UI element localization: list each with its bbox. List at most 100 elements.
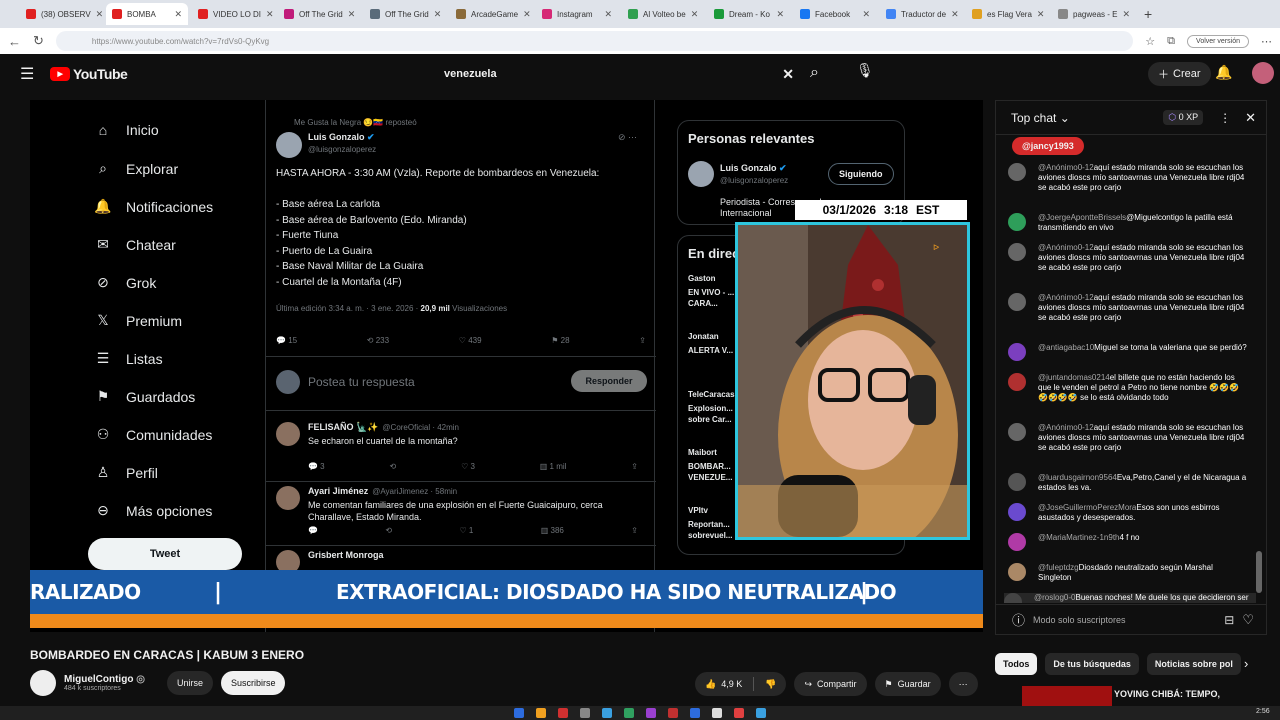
share-icon[interactable]: ⇪: [631, 526, 638, 535]
chat-message[interactable]: @Anónimo0-12aquí estado miranda solo se …: [1008, 243, 1248, 273]
chat-author[interactable]: @roslog0-0: [1034, 593, 1075, 602]
channel-name[interactable]: MiguelContigo ◎: [64, 674, 145, 685]
chat-author[interactable]: @antiagabac10: [1038, 343, 1094, 352]
relevant-name[interactable]: Luis Gonzalo ✔: [720, 163, 787, 174]
bookmark-icon[interactable]: ⚑ 28: [551, 336, 569, 345]
chat-author[interactable]: @Anónimo0-12: [1038, 243, 1094, 252]
chat-message[interactable]: @antiagabac10Miguel se toma la valeriana…: [1008, 343, 1248, 361]
info-icon[interactable]: ⓘ: [1012, 610, 1025, 629]
tab-close-icon[interactable]: ✕: [96, 9, 102, 20]
repost-icon[interactable]: ⟲: [390, 462, 397, 471]
taskbar-app-icon[interactable]: [536, 708, 546, 718]
subscribe-button[interactable]: Suscribirse: [220, 671, 286, 695]
reply-icon[interactable]: 💬 3: [308, 462, 325, 471]
chat-message[interactable]: @MariaMartinez-1n9th4 f no: [1008, 533, 1248, 551]
tab-close-icon[interactable]: ✕: [348, 9, 356, 20]
relevant-avatar[interactable]: [688, 161, 714, 187]
chat-message[interactable]: @Anónimo0-12aquí estado miranda solo se …: [1008, 163, 1248, 193]
reply-button[interactable]: Responder: [571, 370, 647, 392]
reply-tweet[interactable]: Ayari Jiménez @AyariJimenez · 58min Me com…: [266, 482, 656, 546]
browser-tab[interactable]: es Flag Vera ✕: [966, 3, 1048, 25]
tab-close-icon[interactable]: ✕: [951, 9, 959, 20]
browser-tab[interactable]: (38) OBSERV ✕: [20, 3, 102, 25]
views-icon[interactable]: ▥ 1 mil: [540, 462, 567, 471]
sidebar-item-comunidades[interactable]: ⚇ Comunidades: [94, 426, 213, 443]
sidebar-item-explorar[interactable]: ⌕ Explorar: [94, 160, 178, 177]
clear-search-icon[interactable]: ✕: [782, 66, 794, 83]
following-button[interactable]: Siguiendo: [828, 163, 894, 185]
chat-author[interactable]: @Anónimo0-12: [1038, 423, 1094, 432]
tab-close-icon[interactable]: ✕: [174, 9, 182, 20]
back-icon[interactable]: ←: [8, 34, 21, 49]
browser-tab[interactable]: pagweas - E ✕: [1052, 3, 1134, 25]
browser-tab[interactable]: Traductor de ✕: [880, 3, 962, 25]
sidebar-item-más-opciones[interactable]: ⊖ Más opciones: [94, 502, 212, 519]
gift-icon[interactable]: ⊟: [1224, 613, 1234, 627]
address-bar[interactable]: https://www.youtube.com/watch?v=7rdVs0-Q…: [55, 31, 1134, 51]
chat-message[interactable]: @Anónimo0-12aquí estado miranda solo se …: [1008, 293, 1248, 323]
taskbar-app-icon[interactable]: [514, 708, 524, 718]
tab-close-icon[interactable]: ✕: [604, 9, 612, 20]
chat-message[interactable]: @fuleptdzgDiosdado neutralizado según Ma…: [1008, 563, 1248, 583]
chat-author[interactable]: @JoergeApontteBrissels: [1038, 213, 1126, 222]
thumb-down-icon[interactable]: 👎: [765, 679, 776, 690]
chat-author[interactable]: @MariaMartinez-1n9th: [1038, 533, 1119, 542]
repost-icon[interactable]: ⟲: [385, 526, 392, 535]
chat-author[interactable]: @juntandomas0214: [1038, 373, 1110, 382]
sidebar-item-premium[interactable]: 𝕏 Premium: [94, 312, 182, 329]
top-chat-dropdown[interactable]: Top chat ⌄: [1011, 111, 1070, 125]
account-avatar[interactable]: [1252, 62, 1274, 84]
tab-close-icon[interactable]: ✕: [1122, 9, 1130, 20]
extensions-icon[interactable]: ⧉: [1167, 35, 1175, 48]
more-actions-button[interactable]: ⋯: [948, 672, 978, 696]
microphone-icon[interactable]: 🎙: [856, 62, 876, 82]
reply-avatar[interactable]: [276, 486, 300, 510]
notifications-bell-icon[interactable]: 🔔: [1215, 64, 1232, 81]
chat-message[interactable]: @juntandomas0214el billete que no están …: [1008, 373, 1248, 403]
like-button[interactable]: 👍 4,9 K 👎: [695, 672, 787, 696]
join-button[interactable]: Unirse: [166, 671, 213, 695]
browser-tab[interactable]: Facebook ✕: [794, 3, 876, 25]
chat-message[interactable]: @luardusgairnon9564Eva,Petro,Canel y el …: [1008, 473, 1248, 493]
taskbar-app-icon[interactable]: [624, 708, 634, 718]
hamburger-menu-icon[interactable]: ☰: [20, 64, 40, 84]
browser-tab[interactable]: Dream - Ko ✕: [708, 3, 790, 25]
taskbar-app-icon[interactable]: [690, 708, 700, 718]
share-icon[interactable]: ⇪: [631, 462, 638, 471]
sidebar-item-notificaciones[interactable]: 🔔 Notificaciones: [94, 198, 213, 215]
reply-input[interactable]: Postea tu respuesta: [308, 375, 415, 389]
filter-chip[interactable]: De tus búsquedas: [1045, 653, 1139, 675]
sidebar-item-listas[interactable]: ☰ Listas: [94, 350, 163, 367]
star-icon[interactable]: ☆: [1145, 35, 1155, 48]
tab-close-icon[interactable]: ✕: [862, 9, 870, 20]
filter-chip[interactable]: Noticias sobre pol: [1146, 653, 1241, 675]
taskbar-app-icon[interactable]: [646, 708, 656, 718]
reply-icon[interactable]: 💬 15: [276, 336, 297, 345]
pinned-user-chip[interactable]: @jancy1993: [1012, 137, 1084, 155]
browser-tab[interactable]: Al Volteo be ✕: [622, 3, 704, 25]
share-icon[interactable]: ⇪: [639, 336, 646, 345]
recommended-title[interactable]: YOVING CHIBÁ: TEMPO,: [1114, 689, 1220, 699]
grok-small-icon[interactable]: ⊘ ⋯: [618, 132, 637, 143]
tab-close-icon[interactable]: ✕: [266, 9, 274, 20]
recommended-thumbnail[interactable]: [1022, 686, 1112, 706]
youtube-logo[interactable]: ▶ YouTube: [50, 66, 128, 82]
browser-tab[interactable]: Off The Grid ✕: [364, 3, 446, 25]
tab-close-icon[interactable]: ✕: [776, 9, 784, 20]
channel-avatar[interactable]: [30, 670, 56, 696]
taskbar-app-icon[interactable]: [734, 708, 744, 718]
browser-tab[interactable]: Instagram ✕: [536, 3, 618, 25]
reload-icon[interactable]: ↻: [33, 33, 44, 49]
post-button[interactable]: Tweet: [88, 538, 242, 570]
reply-icon[interactable]: 💬: [308, 526, 318, 535]
filter-chip[interactable]: Todos: [995, 653, 1038, 675]
save-button[interactable]: ⚑ Guardar: [874, 672, 941, 696]
search-input[interactable]: venezuela ✕: [432, 60, 804, 88]
reply-tweet[interactable]: FELISAÑO 🗽✨ @CoreOficial · 42min Se echaro…: [266, 418, 656, 482]
heart-icon[interactable]: ♡: [1242, 612, 1254, 628]
tab-close-icon[interactable]: ✕: [434, 9, 442, 20]
update-pill[interactable]: Volver versión: [1187, 34, 1249, 48]
author-avatar[interactable]: [276, 132, 302, 158]
taskbar-app-icon[interactable]: [668, 708, 678, 718]
tweet-author[interactable]: Luis Gonzalo ✔: [308, 132, 375, 143]
